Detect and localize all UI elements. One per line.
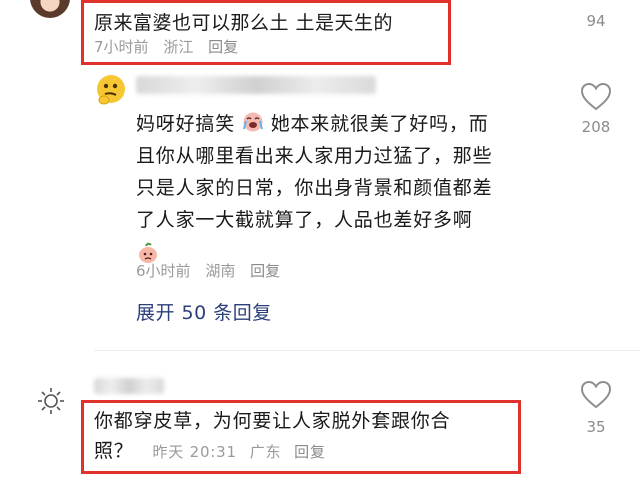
crying-laughing-emoji-icon [242, 112, 263, 132]
comment-3-line-1: 你都穿皮草，为何要让人家脱外套跟你合 [94, 410, 451, 432]
comment-3-username-blurred[interactable] [94, 378, 164, 394]
comment-1-time: 7小时前 [94, 38, 149, 56]
comment-2-time: 6小时前 [136, 262, 191, 280]
comment-3-location: 广东 [249, 443, 282, 461]
comment-2-body: 妈呀好搞笑 她本来就很美了好吗，而 且你从哪里看出来人家用力过猛了，那些 只是人… [136, 108, 516, 268]
heart-icon [580, 380, 612, 409]
comment-2-meta: 6小时前 湖南 回复 [136, 260, 290, 281]
comment-3-avatar[interactable] [36, 386, 66, 416]
comment-1-reply-button[interactable]: 回复 [208, 38, 238, 56]
comment-1-text: 原来富婆也可以那么土 土是天生的 [94, 12, 394, 34]
comment-2-location: 湖南 [205, 262, 236, 280]
heart-icon [580, 82, 612, 111]
comment-3-reply-button[interactable]: 回复 [294, 443, 326, 461]
comment-3-line-2: 照？ 昨天 20:31 广东 回复 [94, 440, 326, 462]
comment-1-meta: 7小时前 浙江 回复 [94, 36, 248, 57]
comment-2-like-count: 208 [581, 118, 611, 136]
sun-icon [38, 388, 64, 414]
thinking-emoji-icon [97, 75, 125, 105]
comment-3-like-button[interactable] [580, 380, 612, 410]
comment-3-like-count: 35 [586, 418, 606, 436]
comment-2-line-2: 且你从哪里看出来人家用力过猛了，那些 [136, 145, 493, 167]
comment-2-reply-button[interactable]: 回复 [250, 262, 280, 280]
comment-2-line-3: 只是人家的日常，你出身背景和颜值都差 [136, 177, 493, 199]
divider [94, 350, 640, 351]
comment-3-time: 昨天 20:31 [152, 443, 237, 461]
expand-replies-button[interactable]: 展开 50 条回复 [136, 298, 272, 325]
comment-3-body: 你都穿皮草，为何要让人家脱外套跟你合 照？ 昨天 20:31 广东 回复 [94, 406, 514, 467]
comment-2-line-4: 了人家一大截就算了，人品也差好多啊 [136, 209, 473, 231]
comment-1-avatar[interactable] [30, 0, 70, 18]
comment-2-username-blurred[interactable] [136, 76, 376, 94]
comment-1-like-count: 94 [586, 12, 606, 30]
comment-2-line-1: 妈呀好搞笑 她本来就很美了好吗，而 [136, 112, 489, 135]
comment-2-avatar[interactable] [94, 72, 128, 106]
comment-2-like-button[interactable] [580, 82, 612, 112]
comment-1-location: 浙江 [163, 38, 194, 56]
